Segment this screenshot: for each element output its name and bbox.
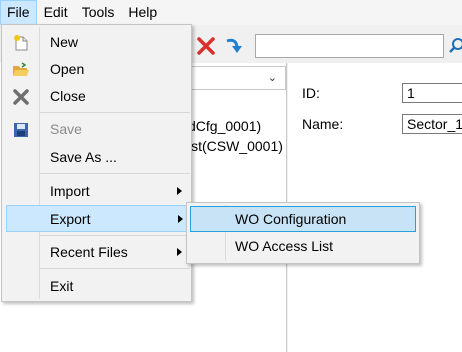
menu-item-label: WO Access List	[235, 238, 334, 254]
menu-item-label: Export	[50, 211, 91, 227]
menu-item-close[interactable]: Close	[3, 83, 190, 110]
menu-edit[interactable]: Edit	[37, 0, 75, 25]
close-icon	[12, 88, 30, 106]
export-submenu: WO Configuration WO Access List	[186, 202, 420, 264]
menu-item-exit[interactable]: Exit	[3, 273, 190, 300]
menu-item-open[interactable]: Open	[3, 56, 190, 83]
id-label: ID:	[302, 85, 320, 101]
menu-help[interactable]: Help	[121, 0, 164, 25]
menu-item-label: Save	[50, 121, 82, 137]
open-folder-icon	[12, 61, 30, 79]
file-menu: New Open Close Save Save As ... Import E…	[1, 24, 192, 302]
menu-item-label: Open	[50, 61, 85, 77]
menu-item-label: Import	[50, 183, 90, 199]
menu-item-label: Close	[50, 88, 86, 104]
new-file-icon	[12, 34, 30, 52]
menu-separator	[40, 173, 190, 174]
chevron-down-icon: ⌄	[267, 72, 277, 84]
menu-item-wo-configuration[interactable]: WO Configuration	[190, 206, 416, 232]
name-field[interactable]: Sector_1	[402, 114, 462, 134]
menu-item-export[interactable]: Export	[6, 205, 190, 232]
search-input[interactable]	[255, 34, 444, 58]
save-disk-icon	[12, 121, 30, 139]
name-label: Name:	[302, 116, 344, 132]
menu-item-label: Save As ...	[50, 149, 117, 165]
menu-separator	[40, 112, 190, 113]
menu-item-import[interactable]: Import	[3, 178, 190, 205]
tree-filter-dropdown[interactable]: ⌄	[180, 66, 286, 90]
menu-bar: File Edit Tools Help	[0, 0, 462, 25]
menu-item-label: WO Configuration	[235, 211, 347, 227]
menu-separator	[40, 235, 190, 236]
submenu-arrow-icon	[177, 248, 182, 256]
search-icon[interactable]	[449, 36, 462, 56]
menu-separator	[40, 268, 190, 269]
delete-icon[interactable]	[196, 36, 216, 56]
menu-item-label: Exit	[50, 278, 74, 294]
move-down-icon[interactable]	[224, 36, 244, 56]
tree-node[interactable]: ist(CSW_0001)	[188, 138, 283, 154]
menu-item-new[interactable]: New	[3, 29, 190, 56]
id-field[interactable]: 1	[402, 83, 462, 103]
submenu-arrow-icon	[177, 187, 182, 195]
menu-tools[interactable]: Tools	[75, 0, 122, 25]
tree-node[interactable]: dCfg_0001)	[188, 118, 261, 134]
submenu-arrow-icon	[178, 215, 183, 223]
menu-item-save[interactable]: Save	[3, 116, 190, 143]
menu-item-label: New	[50, 34, 79, 50]
menu-file[interactable]: File	[0, 0, 37, 25]
menu-item-save-as[interactable]: Save As ...	[3, 144, 190, 171]
menu-item-label: Recent Files	[50, 244, 128, 260]
menu-item-wo-access-list[interactable]: WO Access List	[190, 234, 416, 260]
menu-item-recent-files[interactable]: Recent Files	[3, 239, 190, 266]
